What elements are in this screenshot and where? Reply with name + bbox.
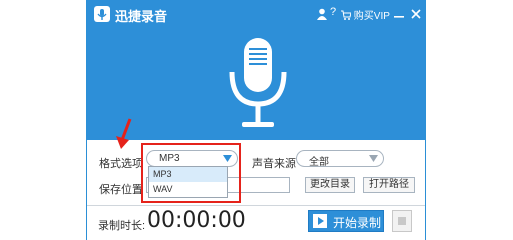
start-recording-label: 开始录制 bbox=[333, 216, 382, 230]
highlight-box bbox=[141, 143, 241, 203]
buy-vip-label: 购买VIP bbox=[353, 11, 390, 22]
buy-vip-button[interactable]: 购买VIP bbox=[341, 7, 390, 22]
chevron-down-icon bbox=[369, 155, 378, 162]
stop-icon bbox=[398, 217, 406, 225]
app-logo-icon bbox=[94, 6, 110, 22]
help-icon[interactable]: ? bbox=[330, 6, 336, 18]
format-label: 格式选项 bbox=[99, 158, 143, 170]
stop-button[interactable] bbox=[392, 210, 412, 232]
play-icon-box bbox=[313, 214, 327, 228]
cart-icon bbox=[341, 10, 352, 20]
timer-display: 00:00:00 bbox=[147, 208, 246, 233]
title-bar: 迅捷录音 ? 购买VIP bbox=[87, 0, 425, 28]
change-directory-button[interactable]: 更改目录 bbox=[305, 177, 355, 193]
footer-divider bbox=[87, 205, 425, 206]
close-icon[interactable] bbox=[409, 7, 423, 21]
minimize-icon[interactable] bbox=[392, 7, 406, 21]
start-recording-button[interactable]: 开始录制 bbox=[308, 210, 384, 232]
microphone-icon bbox=[229, 38, 287, 127]
source-select[interactable]: 全部 bbox=[296, 150, 384, 168]
user-button[interactable]: ? bbox=[317, 6, 339, 21]
save-location-label: 保存位置 bbox=[99, 184, 143, 196]
user-icon bbox=[317, 8, 327, 20]
timer-label: 录制时长: bbox=[98, 220, 146, 232]
open-path-button[interactable]: 打开路径 bbox=[363, 177, 415, 193]
play-icon bbox=[318, 217, 324, 225]
app-title: 迅捷录音 bbox=[115, 9, 168, 24]
source-select-value: 全部 bbox=[309, 157, 329, 168]
source-label: 声音来源 bbox=[252, 158, 296, 170]
red-arrow-icon bbox=[116, 118, 132, 149]
